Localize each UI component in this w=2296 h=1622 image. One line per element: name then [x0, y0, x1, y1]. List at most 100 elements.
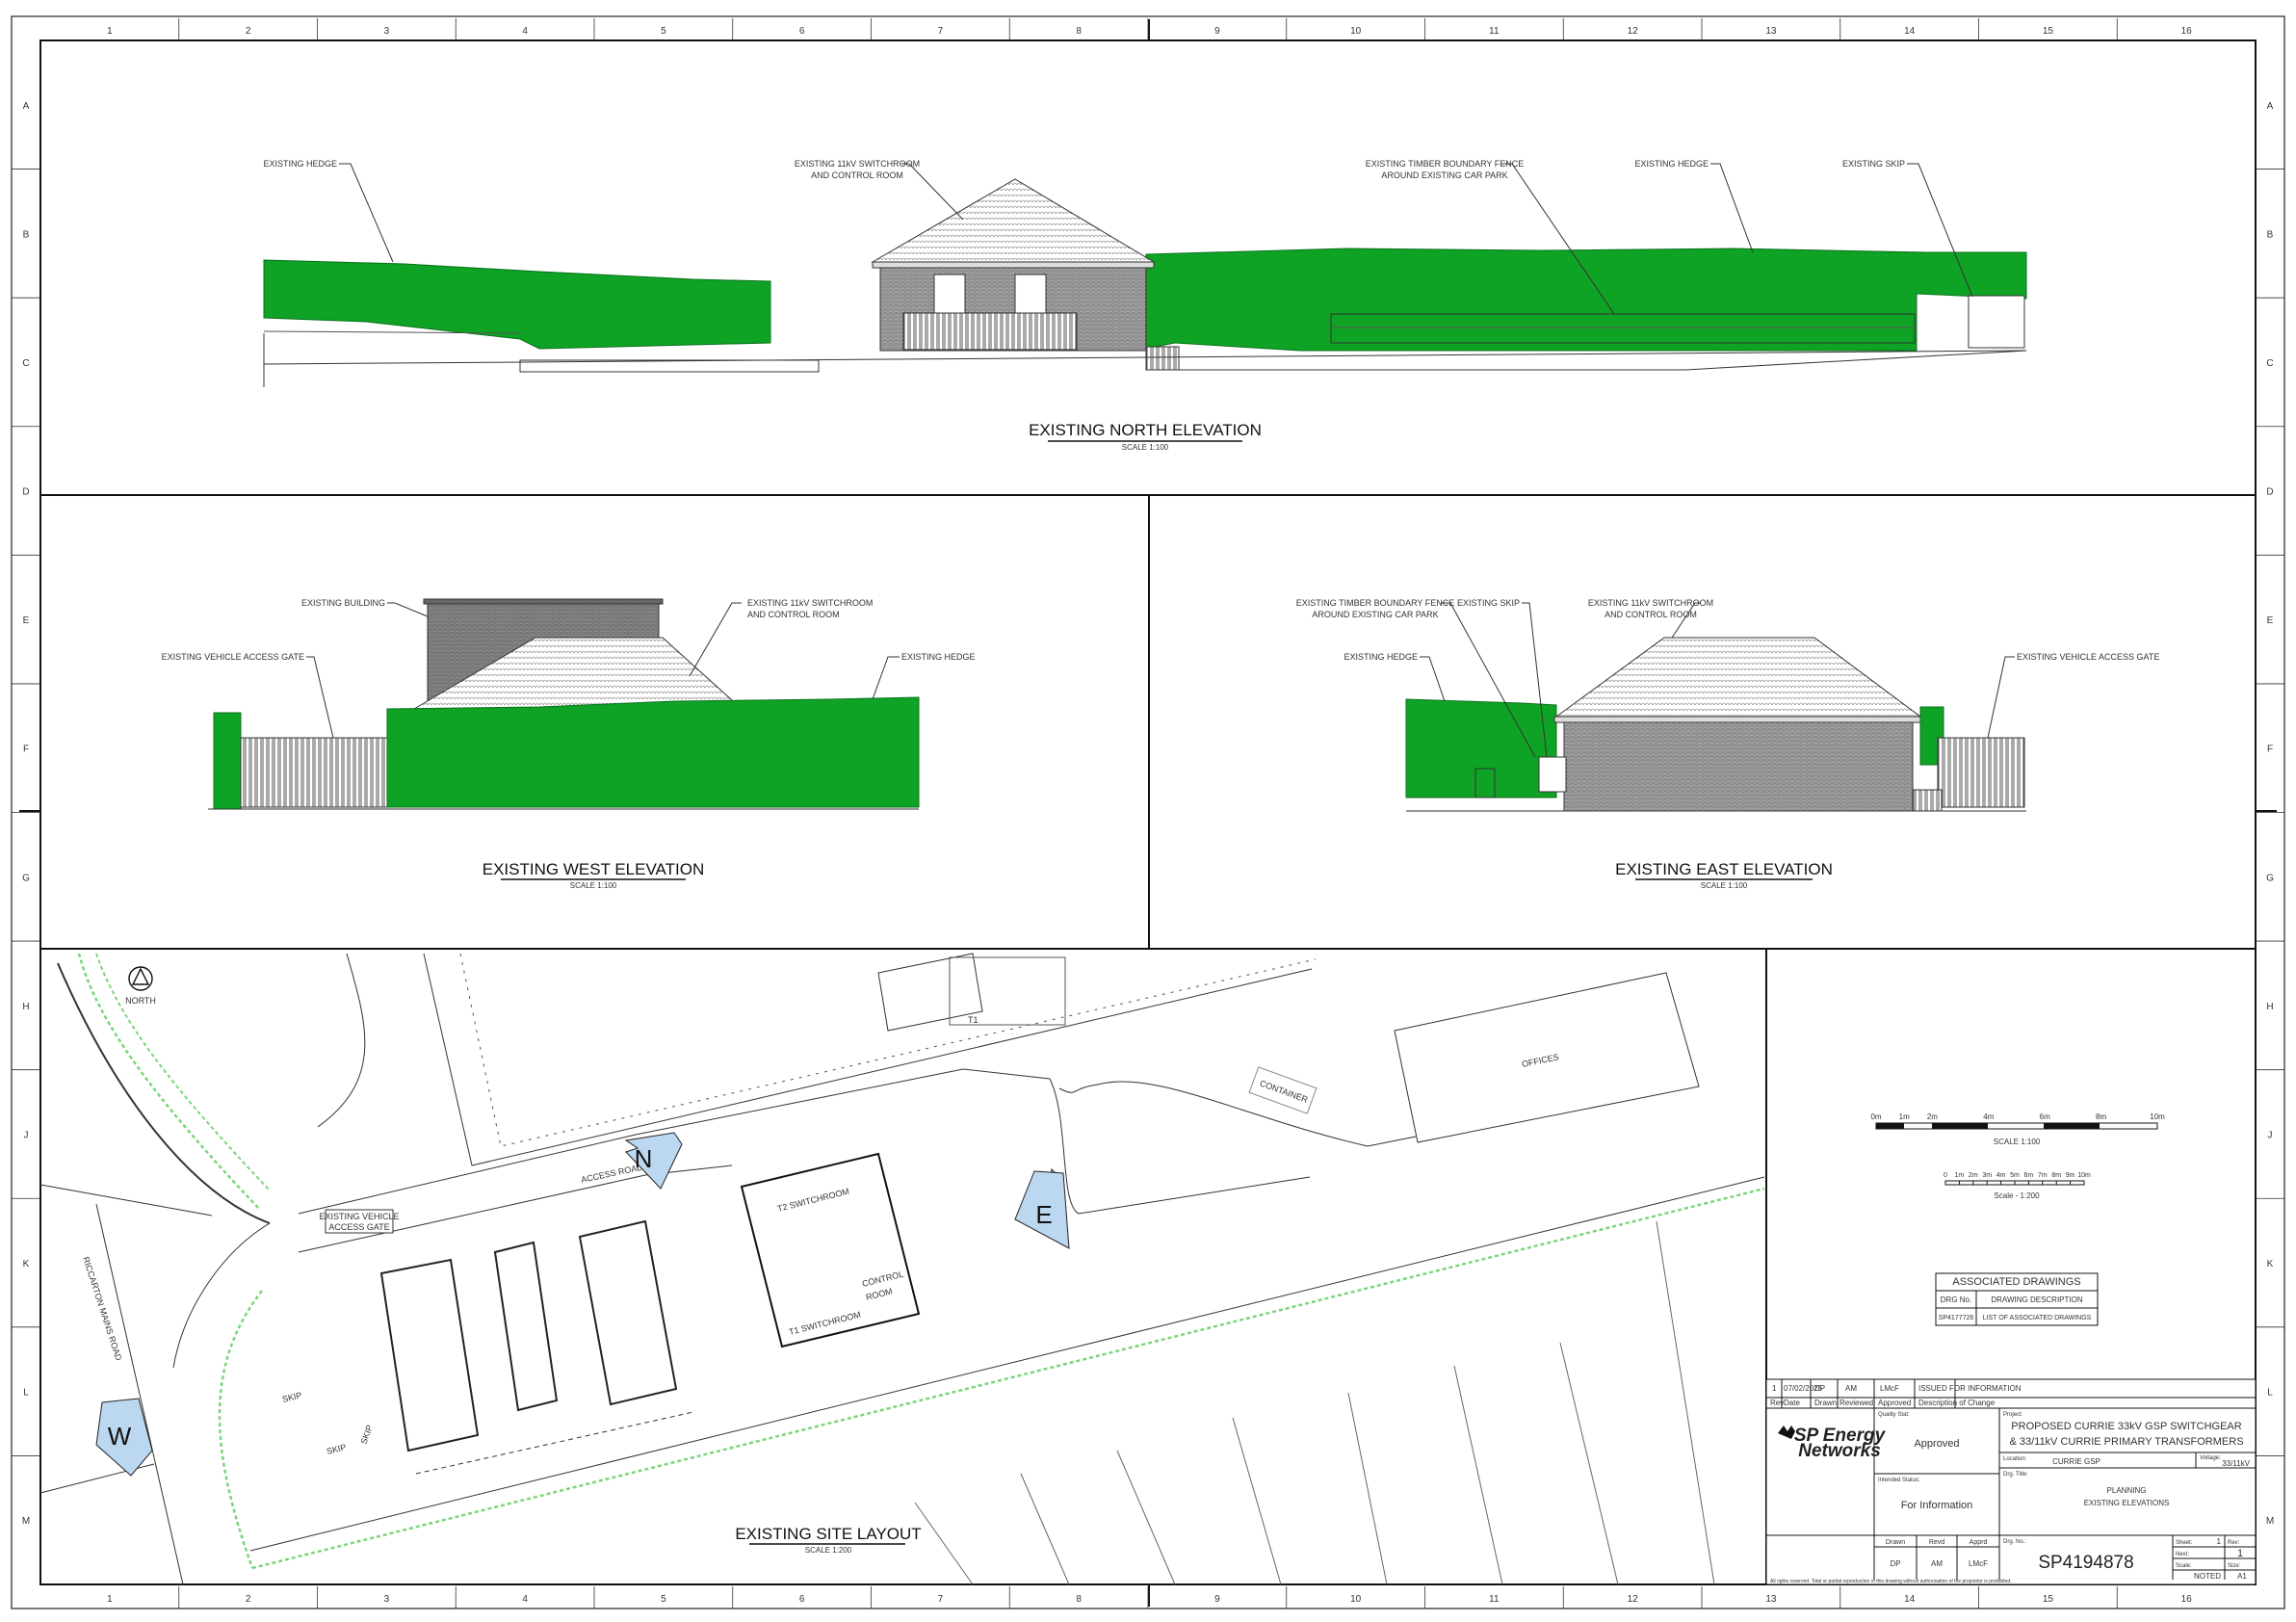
- label-control-room: AND CONTROL ROOM: [1605, 610, 1697, 619]
- label-vehicle-gate: EXISTING VEHICLE ACCESS GATE: [2017, 652, 2159, 662]
- scale-bar-1-100: 0m 1m 2m 4m 6m 8m 10m SCALE 1:100: [1870, 1112, 2165, 1146]
- grid-column-label: 6: [799, 1594, 805, 1605]
- grid-column-label: 3: [384, 26, 390, 37]
- hedge-left: [1405, 698, 1557, 798]
- grid-row-label: F: [2267, 745, 2273, 755]
- grid-row-label: D: [22, 487, 29, 498]
- north-label: NORTH: [125, 996, 156, 1006]
- intended-label: Intended Status:: [1878, 1478, 1920, 1483]
- label-timber-fence: EXISTING TIMBER BOUNDARY FENCE: [1296, 598, 1455, 608]
- north-elevation: EXISTING HEDGE EXISTING 11kV SWITCHROOM …: [263, 159, 2027, 452]
- scale-bar-label: SCALE 1:100: [1994, 1138, 2041, 1146]
- rev-approved: LMcF: [1880, 1384, 1899, 1393]
- label-switchroom: EXISTING 11kV SWITCHROOM: [747, 598, 873, 608]
- scale-tick-label: 2m: [1969, 1172, 1978, 1179]
- grid-column-label: 14: [1904, 1594, 1916, 1605]
- quality-value: Approved: [1914, 1438, 1959, 1450]
- grid-row-label: M: [2266, 1516, 2274, 1527]
- scale-tick-label: 10m: [2150, 1112, 2165, 1121]
- site-layout: OFFICES CONTAINER T1 T2 SWITCHROOM T1 SW…: [39, 953, 1765, 1585]
- scale-value: NOTED: [2194, 1572, 2221, 1581]
- grid-row-label: B: [2267, 229, 2274, 240]
- scale-tick-label: 10m: [2077, 1172, 2091, 1179]
- scale-tick-label: 6m: [2040, 1112, 2050, 1121]
- grid-column-label: 14: [1904, 26, 1916, 37]
- label-existing-hedge: EXISTING HEDGE: [901, 652, 976, 662]
- drawn-value: DP: [1890, 1559, 1900, 1568]
- label-existing-building: EXISTING BUILDING: [301, 598, 385, 608]
- grid-column-label: 4: [522, 1594, 528, 1605]
- east-elevation-title: EXISTING EAST ELEVATION: [1615, 860, 1833, 878]
- grid-row-label: L: [23, 1388, 29, 1399]
- grid-row-label: M: [22, 1516, 30, 1527]
- size-value: A1: [2237, 1572, 2247, 1581]
- scale-tick-label: 4m: [1996, 1172, 2006, 1179]
- drg-no-label: Drg. No.:: [2003, 1539, 2026, 1545]
- grid-column-label: 7: [938, 1594, 944, 1605]
- grid-row-label: A: [23, 101, 30, 112]
- vehicle-access-gate: [240, 737, 388, 808]
- grid-column-label: 13: [1765, 26, 1777, 37]
- label-existing-skip: EXISTING SKIP: [1842, 159, 1905, 169]
- associated-col-desc: DRAWING DESCRIPTION: [1991, 1295, 2082, 1304]
- scale-tick-label: 3m: [1982, 1172, 1992, 1179]
- hedge-left: [213, 712, 242, 810]
- grid-row-label: L: [2267, 1388, 2273, 1399]
- site-layout-title: EXISTING SITE LAYOUT: [735, 1525, 921, 1543]
- view-e-label: E: [1035, 1200, 1052, 1229]
- approved-header: Approved: [1878, 1399, 1911, 1407]
- rev-value: 1: [1772, 1384, 1777, 1393]
- size-label: Size:: [2228, 1563, 2241, 1569]
- scale-tick-label: 1m: [1955, 1172, 1965, 1179]
- hedge-left: [263, 259, 771, 350]
- grid-column-label: 16: [2181, 26, 2193, 37]
- label-control-room: AND CONTROL ROOM: [811, 170, 903, 180]
- drawing-title-2: EXISTING ELEVATIONS: [2084, 1499, 2170, 1507]
- revd-label: Revd: [1929, 1539, 1944, 1546]
- scale-tick-label: 8m: [2051, 1172, 2061, 1179]
- rev-value: 1: [2237, 1548, 2243, 1559]
- north-arrow-icon: [128, 966, 153, 991]
- scale-label: Scale:: [2176, 1563, 2192, 1569]
- label-car-park: AROUND EXISTING CAR PARK: [1381, 170, 1507, 180]
- grid-row-label: J: [24, 1130, 29, 1140]
- copyright-notice: All rights reserved. Total or partial re…: [1770, 1579, 2012, 1584]
- description-header: Description of Change: [1918, 1399, 1996, 1407]
- rev-label: Rev:: [2228, 1540, 2240, 1546]
- grid-column-label: 6: [799, 26, 805, 37]
- scale-tick-label: 0: [1944, 1172, 1947, 1179]
- grid-row-label: K: [2267, 1259, 2274, 1269]
- north-elevation-title: EXISTING NORTH ELEVATION: [1029, 421, 1262, 439]
- west-elevation: EXISTING BUILDING EXISTING 11kV SWITCHRO…: [162, 598, 976, 890]
- grid-column-label: 15: [2043, 1594, 2054, 1605]
- rev-description: ISSUED FOR INFORMATION: [1918, 1384, 2022, 1393]
- drawing-sheet: 1 2 3 4 5 6 7 8 9 10 11 12 13 14 15 16 1 2 3 4 5 6 7 8 9 10 11 12 1…: [11, 15, 2285, 1609]
- date-header: Date: [1784, 1399, 1800, 1407]
- grid-row-label: H: [2266, 1002, 2273, 1012]
- label-vehicle-gate: EXISTING VEHICLE ACCESS GATE: [162, 652, 304, 662]
- grid-column-label: 1: [107, 26, 113, 37]
- apprd-value: LMcF: [1969, 1559, 1988, 1568]
- view-w-label: W: [108, 1422, 132, 1451]
- grid-column-label: 5: [661, 1594, 666, 1605]
- parking-bays: [493, 1241, 559, 1412]
- drawn-header: Drawn: [1814, 1399, 1837, 1407]
- grid-column-label: 5: [661, 26, 666, 37]
- label-existing-hedge: EXISTING HEDGE: [1344, 652, 1418, 662]
- grid-row-label: G: [2266, 873, 2274, 883]
- balustrade: [902, 312, 1078, 351]
- next-label: Next:: [2176, 1552, 2189, 1557]
- project-label: Project:: [2003, 1412, 2023, 1418]
- associated-row-no[interactable]: SP4177726: [1939, 1315, 1974, 1321]
- company-name: Networks: [1798, 1441, 1881, 1461]
- skip-label: SKIP: [281, 1390, 302, 1404]
- label-existing-hedge: EXISTING HEDGE: [263, 159, 337, 169]
- title-label: Drg. Title:: [2003, 1472, 2028, 1478]
- title-block: 1 07/02/2025 DP AM LMcF ISSUED FOR INFOR…: [1765, 1378, 2257, 1585]
- drawing-number: SP4194878: [2038, 1553, 2133, 1573]
- gate-label: EXISTING VEHICLE: [319, 1212, 399, 1221]
- grid-row-label: D: [2266, 487, 2273, 498]
- label-control-room: AND CONTROL ROOM: [747, 610, 840, 619]
- apprd-label: Apprd: [1970, 1539, 1988, 1546]
- steps: [1145, 346, 1180, 371]
